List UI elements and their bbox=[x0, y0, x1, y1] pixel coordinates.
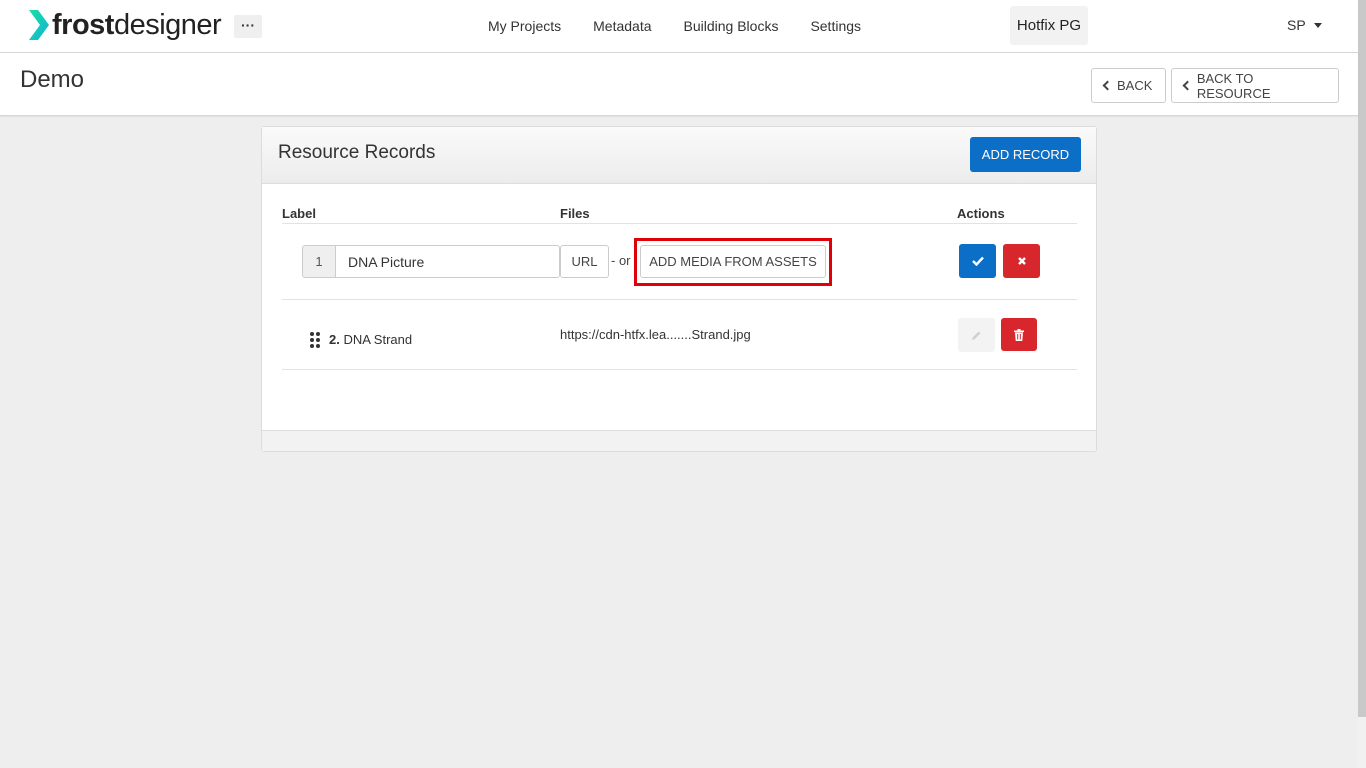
add-record-button[interactable]: ADD RECORD bbox=[970, 137, 1081, 172]
record-label-text: DNA Strand bbox=[343, 332, 413, 347]
page-title: Demo bbox=[20, 66, 85, 93]
main-nav: My Projects Metadata Building Blocks Set… bbox=[472, 0, 877, 52]
nav-building-blocks[interactable]: Building Blocks bbox=[668, 18, 795, 34]
panel-footer bbox=[262, 430, 1096, 451]
row-divider bbox=[282, 369, 1077, 370]
save-record-button[interactable] bbox=[959, 244, 996, 278]
record-label-input[interactable] bbox=[335, 245, 560, 278]
page-scrollbar[interactable] bbox=[1358, 0, 1366, 768]
column-header-actions: Actions bbox=[957, 206, 1005, 221]
cancel-edit-button[interactable] bbox=[1003, 244, 1040, 278]
more-options-button[interactable]: ··· bbox=[234, 15, 262, 38]
column-header-label: Label bbox=[282, 206, 316, 221]
resource-records-panel: Resource Records ADD RECORD Label Files … bbox=[261, 126, 1097, 452]
close-icon bbox=[1017, 257, 1026, 265]
column-header-files: Files bbox=[560, 206, 590, 221]
check-icon bbox=[971, 256, 984, 266]
scrollbar-thumb[interactable] bbox=[1358, 0, 1366, 717]
delete-record-button[interactable] bbox=[1001, 318, 1037, 351]
header-divider bbox=[282, 223, 1077, 224]
caret-down-icon bbox=[1313, 22, 1322, 28]
record-number-addon: 1 bbox=[302, 245, 336, 278]
pencil-icon bbox=[972, 331, 981, 340]
record-file-link[interactable]: https://cdn-htfx.lea.......Strand.jpg bbox=[560, 327, 751, 342]
panel-title: Resource Records bbox=[278, 142, 436, 163]
back-button-label: BACK bbox=[1117, 78, 1153, 93]
page-header: Demo BACK BACK TO RESOURCE bbox=[0, 53, 1358, 116]
url-button[interactable]: URL bbox=[560, 245, 609, 278]
record-label: 2. DNA Strand bbox=[329, 332, 412, 347]
user-initials: SP bbox=[1287, 17, 1306, 33]
nav-metadata[interactable]: Metadata bbox=[577, 18, 667, 34]
edit-record-button[interactable] bbox=[958, 318, 995, 352]
back-button[interactable]: BACK bbox=[1091, 68, 1166, 103]
trash-icon bbox=[1014, 328, 1024, 341]
nav-my-projects[interactable]: My Projects bbox=[472, 18, 577, 34]
logo-text: frostdesigner bbox=[52, 9, 222, 41]
row-divider bbox=[282, 299, 1077, 300]
top-navbar: frostdesigner ··· My Projects Metadata B… bbox=[0, 0, 1358, 53]
user-menu[interactable]: SP bbox=[1287, 17, 1322, 33]
frost-designer-logo[interactable]: frostdesigner bbox=[28, 8, 222, 42]
record-number: 2. bbox=[329, 332, 340, 347]
logo-chevron-icon bbox=[29, 10, 49, 40]
nav-settings[interactable]: Settings bbox=[794, 18, 877, 34]
back-to-resource-label: BACK TO RESOURCE bbox=[1196, 70, 1271, 101]
back-to-resource-button[interactable]: BACK TO RESOURCE bbox=[1171, 68, 1339, 103]
chevron-left-icon bbox=[1182, 80, 1193, 91]
or-separator: - or bbox=[611, 253, 631, 268]
chevron-left-icon bbox=[1102, 80, 1113, 91]
highlight-annotation-box bbox=[634, 238, 832, 286]
drag-handle-icon[interactable] bbox=[309, 331, 321, 349]
organization-selector[interactable]: Hotfix PG bbox=[1010, 6, 1088, 45]
panel-header: Resource Records ADD RECORD bbox=[262, 127, 1096, 184]
